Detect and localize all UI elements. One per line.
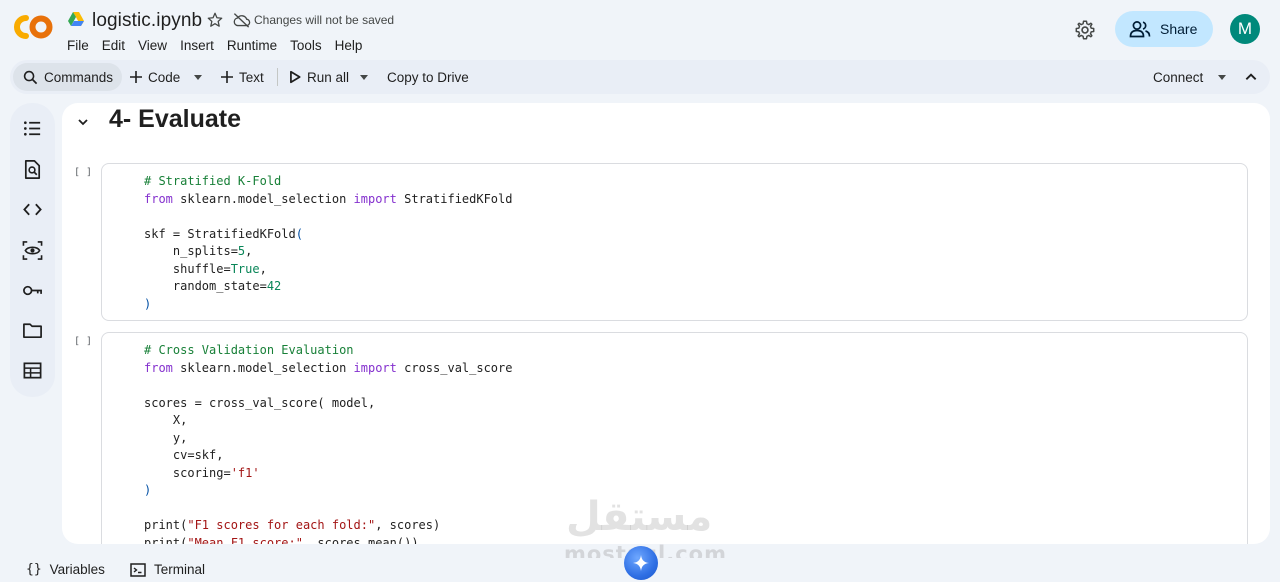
connect-button[interactable]: Connect bbox=[1153, 60, 1203, 94]
variables-button[interactable]: {} Variables bbox=[26, 562, 105, 577]
add-text-button[interactable]: Text bbox=[220, 60, 264, 94]
code-editor[interactable]: # Stratified K-Fold from sklearn.model_s… bbox=[144, 173, 512, 313]
collapse-toolbar-button[interactable] bbox=[1244, 60, 1258, 94]
find-replace-icon[interactable] bbox=[22, 159, 43, 180]
terminal-button[interactable]: Terminal bbox=[130, 562, 205, 577]
connect-label: Connect bbox=[1153, 69, 1204, 85]
code-cell[interactable]: # Stratified K-Fold from sklearn.model_s… bbox=[101, 163, 1248, 321]
code-line: # Cross Validation Evaluation bbox=[144, 343, 354, 357]
variables-label: Variables bbox=[49, 562, 105, 577]
chevron-down-icon bbox=[194, 74, 202, 80]
run-all-label: Run all bbox=[307, 69, 350, 85]
commands-label: Commands bbox=[44, 69, 114, 85]
menu-file[interactable]: File bbox=[67, 38, 89, 53]
terminal-icon bbox=[130, 562, 146, 577]
menu-runtime[interactable]: Runtime bbox=[227, 38, 277, 53]
toolbar-divider bbox=[277, 68, 278, 86]
code-editor[interactable]: # Cross Validation Evaluation from sklea… bbox=[144, 342, 512, 544]
notebook-toolbar: Commands Code Text Run all Copy to Drive… bbox=[10, 60, 1270, 94]
plus-icon bbox=[221, 71, 233, 83]
menu-bar: File Edit View Insert Runtime Tools Help bbox=[67, 38, 375, 53]
cell-run-button[interactable]: [ ] bbox=[74, 336, 92, 347]
menu-view[interactable]: View bbox=[138, 38, 167, 53]
menu-insert[interactable]: Insert bbox=[180, 38, 214, 53]
share-label: Share bbox=[1160, 21, 1198, 37]
commands-button[interactable]: Commands bbox=[13, 63, 123, 91]
section-collapse-icon[interactable] bbox=[76, 115, 90, 129]
people-icon bbox=[1129, 21, 1151, 38]
top-bar: logistic.ipynb Changes will not be saved… bbox=[0, 0, 1280, 60]
menu-help[interactable]: Help bbox=[335, 38, 363, 53]
add-code-button[interactable]: Code bbox=[129, 60, 180, 94]
table-of-contents-icon[interactable] bbox=[22, 118, 43, 139]
share-button[interactable]: Share bbox=[1115, 11, 1213, 47]
chevron-down-icon bbox=[360, 74, 368, 80]
chevron-up-icon bbox=[1245, 73, 1257, 80]
menu-edit[interactable]: Edit bbox=[102, 38, 125, 53]
code-cell[interactable]: # Cross Validation Evaluation from sklea… bbox=[101, 332, 1248, 544]
text-label: Text bbox=[239, 69, 264, 85]
colab-logo-icon[interactable] bbox=[12, 12, 54, 42]
avatar[interactable]: M bbox=[1230, 14, 1260, 44]
code-snippets-icon[interactable] bbox=[22, 199, 43, 220]
files-folder-icon[interactable] bbox=[22, 320, 43, 341]
save-status-text: Changes will not be saved bbox=[254, 13, 395, 27]
section-heading: 4- Evaluate bbox=[109, 105, 242, 133]
gear-icon[interactable] bbox=[1074, 19, 1096, 41]
google-drive-icon[interactable] bbox=[68, 12, 84, 26]
code-line: # Stratified K-Fold bbox=[144, 174, 282, 188]
code-label: Code bbox=[148, 69, 181, 85]
star-icon[interactable] bbox=[206, 11, 224, 29]
cloud-off-icon bbox=[233, 13, 251, 28]
notebook-panel: 4- Evaluate [ ] # Stratified K-Fold from… bbox=[62, 103, 1270, 544]
cell-run-button[interactable]: [ ] bbox=[74, 167, 92, 178]
play-icon bbox=[290, 70, 301, 84]
sparkle-icon bbox=[633, 555, 649, 571]
run-dropdown-button[interactable] bbox=[360, 60, 368, 94]
variables-inspector-icon[interactable] bbox=[22, 240, 43, 261]
menu-tools[interactable]: Tools bbox=[290, 38, 322, 53]
run-all-button[interactable]: Run all bbox=[288, 60, 349, 94]
secrets-key-icon[interactable] bbox=[22, 280, 43, 301]
copy-to-drive-label: Copy to Drive bbox=[387, 69, 469, 85]
search-icon bbox=[23, 70, 38, 84]
connect-dropdown-button[interactable] bbox=[1218, 60, 1226, 94]
copy-to-drive-button[interactable]: Copy to Drive bbox=[387, 60, 469, 94]
braces-icon: {} bbox=[26, 562, 42, 577]
code-dropdown-button[interactable] bbox=[194, 60, 202, 94]
plus-icon bbox=[130, 71, 142, 83]
data-table-icon[interactable] bbox=[22, 360, 43, 381]
side-rail bbox=[10, 103, 55, 397]
gemini-button[interactable] bbox=[624, 546, 658, 580]
terminal-label: Terminal bbox=[154, 562, 206, 577]
chevron-down-icon bbox=[1218, 74, 1226, 80]
notebook-title[interactable]: logistic.ipynb bbox=[92, 10, 202, 32]
